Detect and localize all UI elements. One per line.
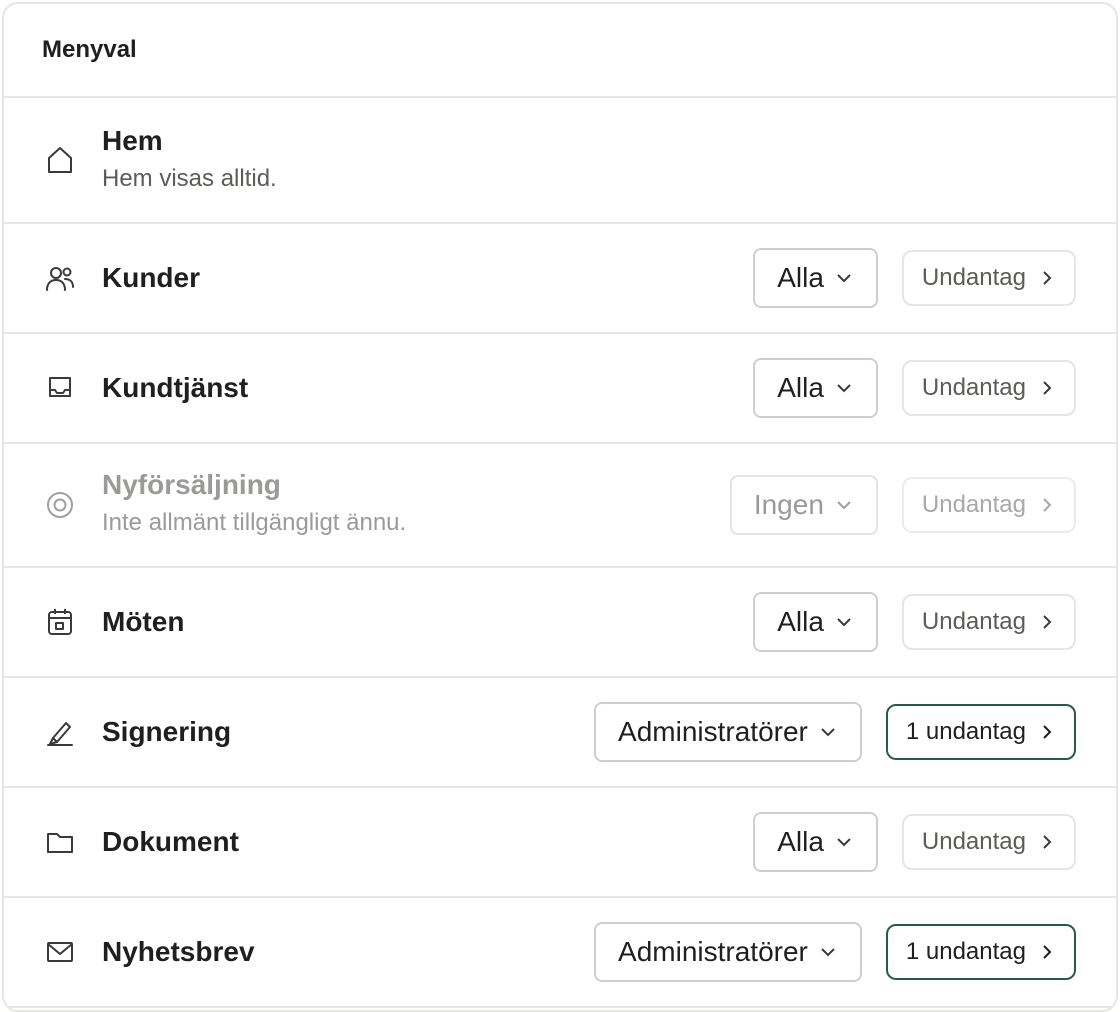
visibility-select[interactable]: Alla [753, 248, 878, 308]
visibility-select[interactable]: Ingen [729, 475, 878, 535]
exceptions-label: Undantag [921, 491, 1026, 518]
menu-row-nyhetsbrev: Nyhetsbrev Administratörer 1 undantag [4, 898, 1116, 1008]
menu-item-title: Nyhetsbrev [102, 936, 255, 967]
select-value: Ingen [753, 489, 824, 520]
menu-row-moten: Möten Alla Undantag [4, 568, 1116, 678]
chevron-down-icon [821, 948, 835, 957]
visibility-select[interactable]: Alla [753, 592, 878, 652]
chevron-right-icon [1043, 615, 1052, 629]
visibility-select[interactable]: Administratörer [594, 702, 862, 762]
menu-item-title: Dokument [102, 826, 239, 857]
exceptions-label: Undantag [921, 374, 1026, 401]
chevron-right-icon [1043, 945, 1052, 959]
chevron-down-icon [821, 728, 835, 737]
menu-row-kundtjanst: Kundtjänst Alla Undantag [4, 334, 1116, 444]
exceptions-label: Undantag [921, 264, 1026, 291]
exceptions-label: 1 undantag [905, 718, 1026, 745]
chevron-right-icon [1043, 725, 1052, 739]
menu-row-kunder: Kunder Alla Undantag [4, 224, 1116, 334]
users-icon [44, 262, 76, 294]
menu-settings-panel: Menyval Hem Hem visas alltid. Kunder All… [2, 2, 1118, 1012]
chevron-right-icon [1043, 835, 1052, 849]
menu-row-nyforsaljning: Nyförsäljning Inte allmänt tillgängligt … [4, 444, 1116, 568]
select-value: Administratörer [618, 716, 808, 747]
select-value: Administratörer [618, 936, 808, 967]
select-value: Alla [777, 826, 824, 857]
exceptions-button[interactable]: Undantag [901, 477, 1076, 533]
exceptions-button[interactable]: 1 undantag [885, 924, 1076, 980]
visibility-select[interactable]: Administratörer [594, 922, 862, 982]
chevron-right-icon [1043, 271, 1052, 285]
select-value: Alla [777, 372, 824, 403]
inbox-icon [44, 372, 76, 404]
exceptions-button[interactable]: Undantag [901, 814, 1076, 870]
home-icon [44, 144, 76, 176]
chevron-down-icon [837, 274, 851, 283]
select-value: Alla [777, 606, 824, 637]
chevron-right-icon [1043, 381, 1052, 395]
menu-item-title: Kunder [102, 262, 200, 293]
chevron-down-icon [837, 838, 851, 847]
chevron-down-icon [837, 501, 851, 510]
exceptions-button[interactable]: Undantag [901, 360, 1076, 416]
menu-item-title: Kundtjänst [102, 372, 249, 403]
exceptions-button[interactable]: 1 undantag [885, 704, 1076, 760]
mail-icon [44, 936, 76, 968]
menu-item-description: Inte allmänt tillgängligt ännu. [102, 509, 407, 536]
visibility-select[interactable]: Alla [753, 812, 878, 872]
menu-row-signering: Signering Administratörer 1 undantag [4, 678, 1116, 788]
folder-icon [44, 826, 76, 858]
signature-icon [44, 716, 76, 748]
menu-item-title: Nyförsäljning [102, 469, 281, 500]
chevron-down-icon [837, 618, 851, 627]
exceptions-label: Undantag [921, 608, 1026, 635]
menu-row-hem: Hem Hem visas alltid. [4, 98, 1116, 224]
chevron-right-icon [1043, 498, 1052, 512]
exceptions-label: 1 undantag [905, 938, 1026, 965]
target-icon [44, 489, 76, 521]
menu-item-title: Signering [102, 716, 232, 747]
menu-row-dokument: Dokument Alla Undantag [4, 788, 1116, 898]
menu-item-description: Hem visas alltid. [102, 165, 277, 192]
select-value: Alla [777, 262, 824, 293]
calendar-icon [44, 606, 76, 638]
exceptions-label: Undantag [921, 828, 1026, 855]
exceptions-button[interactable]: Undantag [901, 250, 1076, 306]
exceptions-button[interactable]: Undantag [901, 594, 1076, 650]
panel-title: Menyval [4, 4, 1116, 98]
chevron-down-icon [837, 384, 851, 393]
menu-item-title: Hem [102, 125, 163, 156]
visibility-select[interactable]: Alla [753, 358, 878, 418]
menu-item-title: Möten [102, 606, 185, 637]
